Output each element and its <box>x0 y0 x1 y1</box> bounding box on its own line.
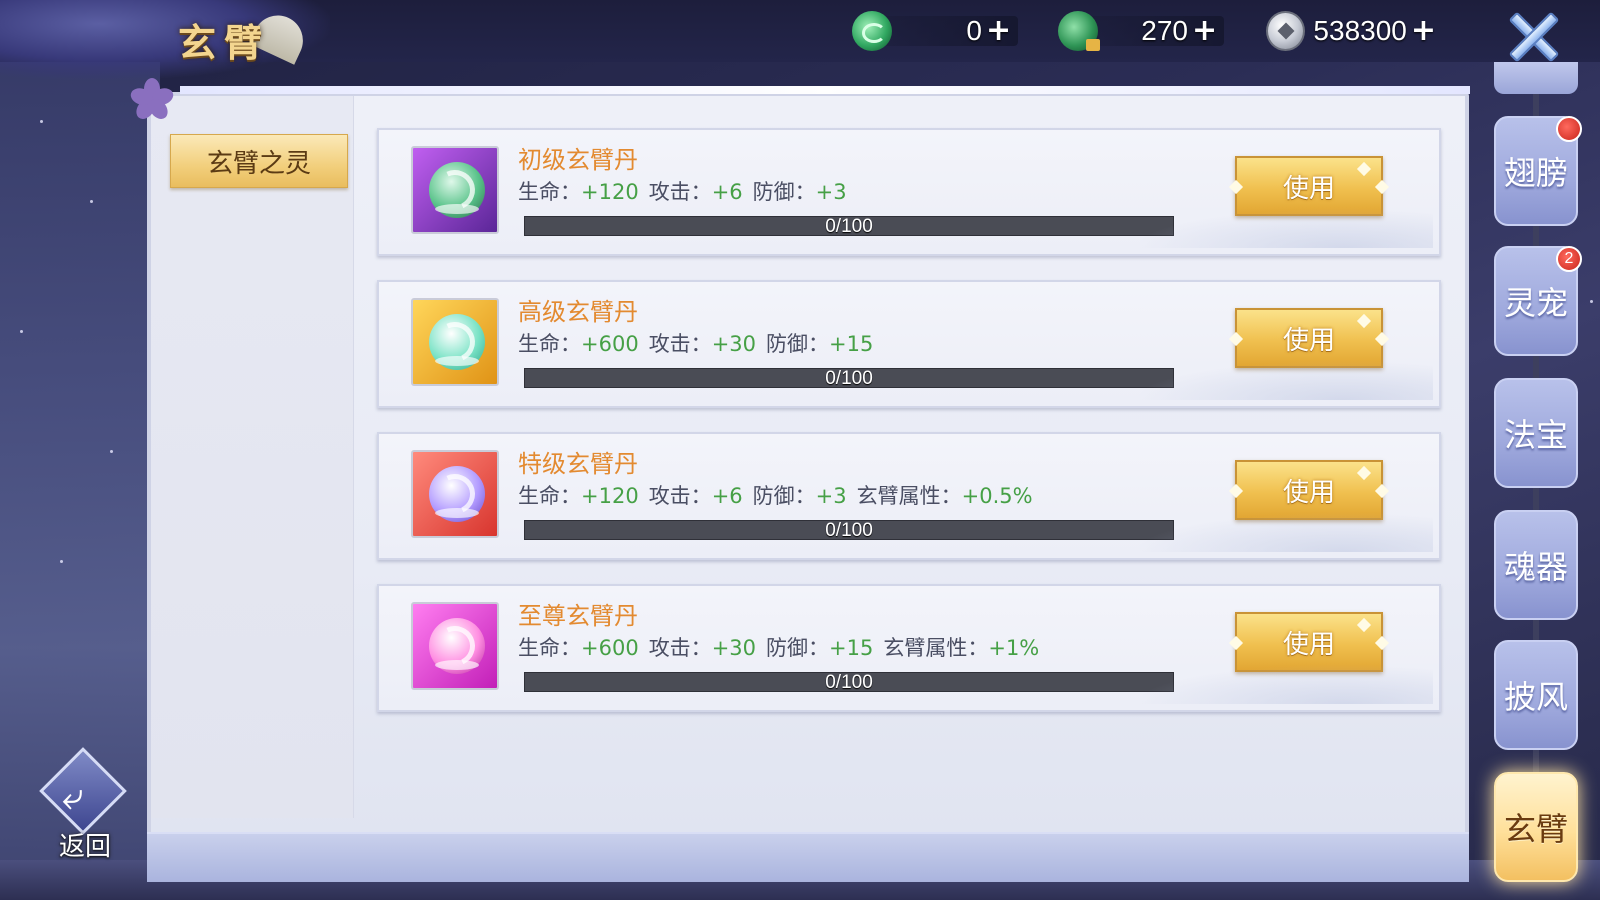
pill-item-icon[interactable] <box>411 602 499 690</box>
panel-top-border <box>180 86 1470 94</box>
item-name: 至尊玄臂丹 <box>518 602 638 630</box>
silver-coin-icon <box>1266 11 1305 51</box>
sidenav-item-xuanbi[interactable]: 玄臂 <box>1494 772 1578 882</box>
item-row: 初级玄臂丹 生命：+120 攻击：+6 防御：+3 0/100 使用 <box>377 128 1441 256</box>
sidenav-item-soul-artifact[interactable]: 魂器 <box>1494 510 1578 620</box>
progress-text: 0/100 <box>825 368 873 389</box>
item-stats: 生命：+600 攻击：+30 防御：+15 玄臂属性：+1% <box>518 636 1040 660</box>
use-button[interactable]: 使用 <box>1228 612 1390 672</box>
tab-list <box>151 96 354 818</box>
item-row: 特级玄臂丹 生命：+120 攻击：+6 防御：+3 玄臂属性：+0.5% 0/100 … <box>377 432 1441 560</box>
pill-item-icon[interactable] <box>411 450 499 538</box>
progress-text: 0/100 <box>825 520 873 541</box>
use-button[interactable]: 使用 <box>1228 460 1390 520</box>
bound-jade-icon <box>1058 11 1100 51</box>
currency-value: 0 <box>966 15 982 46</box>
currency-bound-jade: 270 + <box>1058 11 1230 51</box>
page-title: 玄臂 <box>178 20 271 65</box>
item-row: 至尊玄臂丹 生命：+600 攻击：+30 防御：+15 玄臂属性：+1% 0/100 … <box>377 584 1441 712</box>
back-button[interactable]: ⤶ 返回 <box>30 747 134 866</box>
item-name: 初级玄臂丹 <box>518 146 638 174</box>
currency-value: 270 <box>1141 15 1188 46</box>
sidenav-item-magic-treasure[interactable]: 法宝 <box>1494 378 1578 488</box>
progress-text: 0/100 <box>825 672 873 693</box>
back-label: 返回 <box>58 832 111 862</box>
item-row: 高级玄臂丹 生命：+600 攻击：+30 防御：+15 0/100 使用 <box>377 280 1441 408</box>
use-button[interactable]: 使用 <box>1228 156 1390 216</box>
progress-bar: 0/100 <box>524 672 1174 693</box>
progress-bar: 0/100 <box>524 368 1174 389</box>
sidenav-item-cloak[interactable]: 披风 <box>1494 640 1578 750</box>
notification-dot <box>1556 116 1582 142</box>
add-jade-button[interactable]: + <box>986 16 1011 46</box>
item-stats: 生命：+120 攻击：+6 防御：+3 <box>518 180 847 204</box>
progress-bar: 0/100 <box>524 520 1174 541</box>
item-name: 高级玄臂丹 <box>518 298 638 326</box>
use-button[interactable]: 使用 <box>1228 308 1390 368</box>
flower-decoration-icon <box>128 78 176 123</box>
item-stats: 生命：+120 攻击：+6 防御：+3 玄臂属性：+0.5% <box>518 484 1033 508</box>
item-stats: 生命：+600 攻击：+30 防御：+15 <box>518 332 874 356</box>
back-arrow-icon: ⤶ <box>62 774 84 818</box>
progress-bar: 0/100 <box>524 216 1174 237</box>
sidenav-item-spirit-pet[interactable]: 灵宠 2 <box>1494 246 1582 356</box>
close-button[interactable] <box>1500 10 1566 63</box>
pill-item-icon[interactable] <box>411 298 499 386</box>
pill-item-icon[interactable] <box>411 146 499 234</box>
add-silver-button[interactable]: + <box>1411 16 1436 46</box>
notification-badge: 2 <box>1556 246 1582 272</box>
add-bound-jade-button[interactable]: + <box>1192 16 1217 46</box>
currency-jade: 0 + <box>852 11 1020 51</box>
progress-text: 0/100 <box>825 216 873 237</box>
tab-xuanbi-spirit[interactable]: 玄臂之灵 <box>170 134 348 188</box>
panel-footer <box>147 832 1469 882</box>
jade-icon <box>852 11 892 51</box>
side-navigation-cap <box>1494 62 1578 94</box>
sidenav-item-wings[interactable]: 翅膀 <box>1494 116 1582 226</box>
currency-silver: 538300 + <box>1266 11 1436 51</box>
currency-value: 538300 <box>1313 15 1407 46</box>
item-name: 特级玄臂丹 <box>518 450 638 478</box>
